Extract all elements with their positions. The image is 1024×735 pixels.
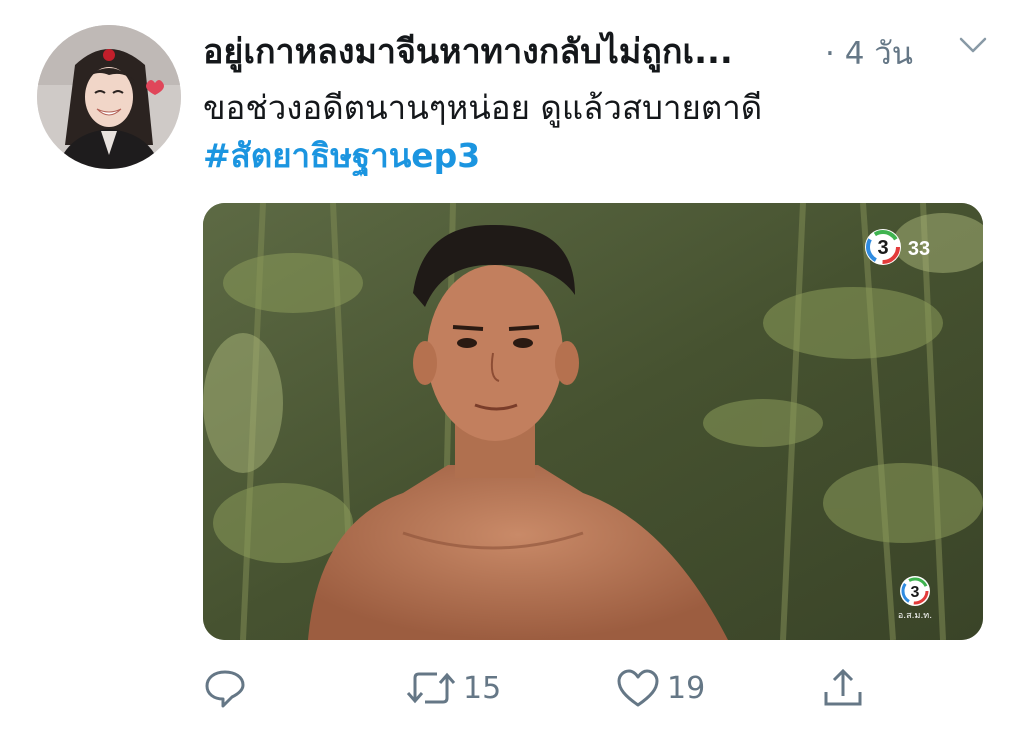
retweet-button[interactable]: 15 <box>405 660 501 716</box>
channel-3-logo: 3 33 <box>865 229 930 265</box>
small-channel-logo: 3 อ.ส.ม.ท. <box>898 576 932 621</box>
hashtag-link[interactable]: #สัตยาธิษฐานep3 <box>203 132 762 180</box>
heart-icon <box>617 669 659 707</box>
share-icon <box>824 668 862 706</box>
like-count: 19 <box>667 670 706 706</box>
timestamp[interactable]: · 4 วัน <box>825 28 913 78</box>
small-logo-caption: อ.ส.ม.ท. <box>898 611 932 621</box>
tweet-text: ขอช่วงอดีตนานๆหน่อย ดูแล้วสบายตาดี #สัตย… <box>203 84 762 180</box>
reply-icon <box>205 670 245 708</box>
tweet-media-image[interactable]: 3 33 3 อ.ส.ม.ท. <box>203 203 983 640</box>
tweet-actions: 15 19 <box>203 660 883 716</box>
tweet-text-line: ขอช่วงอดีตนานๆหน่อย ดูแล้วสบายตาดี <box>203 88 763 127</box>
video-still <box>203 203 983 640</box>
avatar[interactable] <box>37 25 181 169</box>
avatar-image <box>37 25 181 169</box>
like-button[interactable]: 19 <box>615 660 705 716</box>
retweet-icon <box>406 672 456 704</box>
tweet-header: อยู่เกาหลงมาจีนหาทางกลับไม่ถูกเ... · 4 ว… <box>203 22 1004 72</box>
chevron-down-icon[interactable] <box>958 34 988 56</box>
channel-logo-number: 3 <box>877 237 888 259</box>
reply-button[interactable] <box>203 660 247 716</box>
share-button[interactable] <box>821 660 865 716</box>
channel-badge-text: 33 <box>908 238 930 260</box>
small-logo-number: 3 <box>911 584 920 601</box>
display-name[interactable]: อยู่เกาหลงมาจีนหาทางกลับไม่ถูกเ... <box>203 24 733 78</box>
retweet-count: 15 <box>463 670 502 706</box>
